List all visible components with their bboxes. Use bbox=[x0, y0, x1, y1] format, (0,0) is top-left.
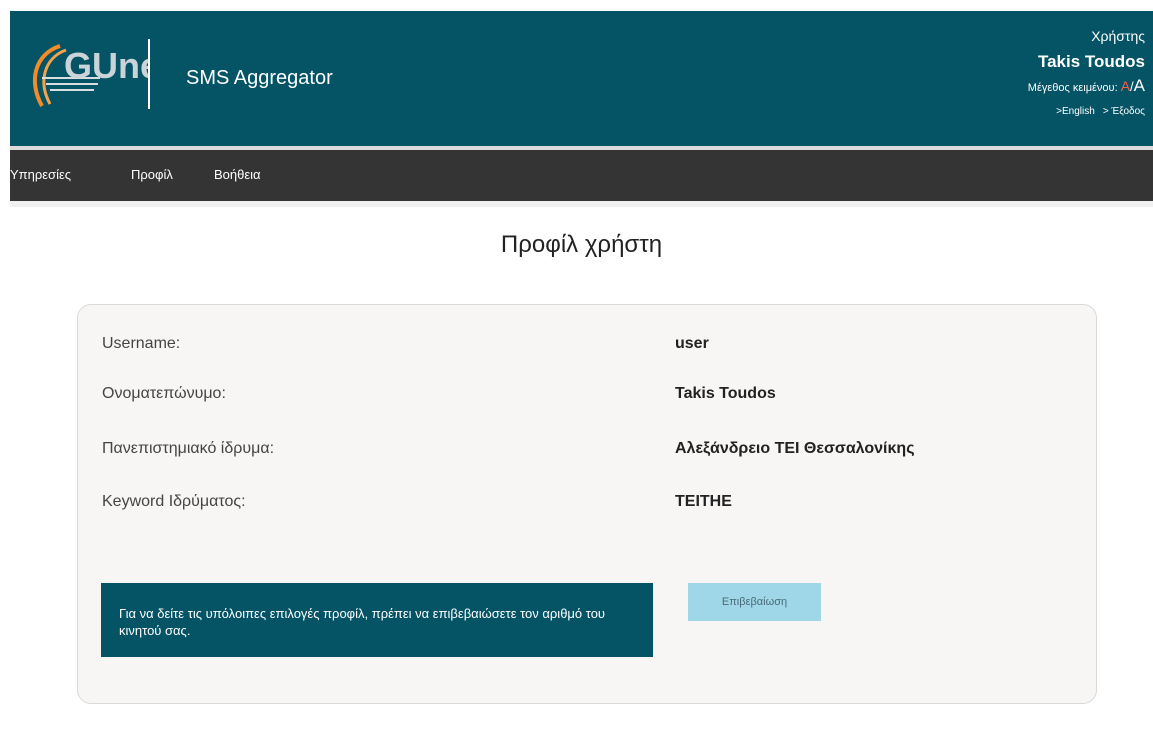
font-size-large-button[interactable]: A bbox=[1134, 76, 1145, 95]
keyword-label: Keyword Ιδρύματος: bbox=[102, 493, 246, 510]
app-title: SMS Aggregator bbox=[186, 67, 333, 89]
font-size-small-button[interactable]: A bbox=[1121, 78, 1130, 94]
nav-item-profile[interactable]: Προφίλ bbox=[131, 167, 173, 182]
verification-notice: Για να δείτε τις υπόλοιπες επιλογές προφ… bbox=[101, 583, 653, 657]
confirm-button[interactable]: Επιβεβαίωση bbox=[688, 583, 821, 621]
logo-divider bbox=[148, 39, 150, 109]
gunet-logo[interactable]: GUnet bbox=[20, 36, 172, 118]
institution-label: Πανεπιστημιακό ίδρυμα: bbox=[102, 440, 275, 457]
nav-item-services[interactable]: Υπηρεσίες bbox=[10, 167, 71, 182]
profile-card: Username: user Ονοματεπώνυμο: Takis Toud… bbox=[77, 304, 1097, 704]
font-size-control: Μέγεθος κειμένου: A/A bbox=[1027, 76, 1145, 96]
fullname-label: Ονοματεπώνυμο: bbox=[102, 385, 226, 402]
logo-text: GUnet bbox=[64, 45, 150, 86]
header: GUnet SMS Aggregator Χρήστης Takis Toudo… bbox=[10, 11, 1153, 146]
font-size-label: Μέγεθος κειμένου: bbox=[1027, 82, 1118, 94]
username-label: Username: bbox=[102, 335, 181, 352]
user-name: Takis Toudos bbox=[1037, 52, 1145, 71]
logout-link[interactable]: > Έξοδος bbox=[1103, 106, 1145, 117]
institution-value: Αλεξάνδρειο ΤΕΙ Θεσσαλονίκης bbox=[675, 440, 915, 457]
page-title: Προφίλ χρήστη bbox=[500, 231, 663, 258]
english-link[interactable]: >English bbox=[1056, 106, 1095, 117]
header-links: >English > Έξοδος bbox=[1028, 106, 1145, 117]
page: GUnet SMS Aggregator Χρήστης Takis Toudo… bbox=[0, 0, 1153, 736]
nav-divider bbox=[10, 201, 1153, 207]
user-label: Χρήστης bbox=[1091, 28, 1145, 44]
keyword-value: TEITHE bbox=[675, 493, 732, 510]
main-nav: Υπηρεσίες Προφίλ Βοήθεια bbox=[10, 150, 1153, 201]
user-box: Χρήστης Takis Toudos Μέγεθος κειμένου: A… bbox=[1028, 27, 1145, 117]
username-value: user bbox=[675, 335, 709, 352]
fullname-value: Takis Toudos bbox=[675, 385, 776, 402]
nav-item-help[interactable]: Βοήθεια bbox=[214, 167, 261, 182]
left-strip bbox=[0, 0, 10, 736]
